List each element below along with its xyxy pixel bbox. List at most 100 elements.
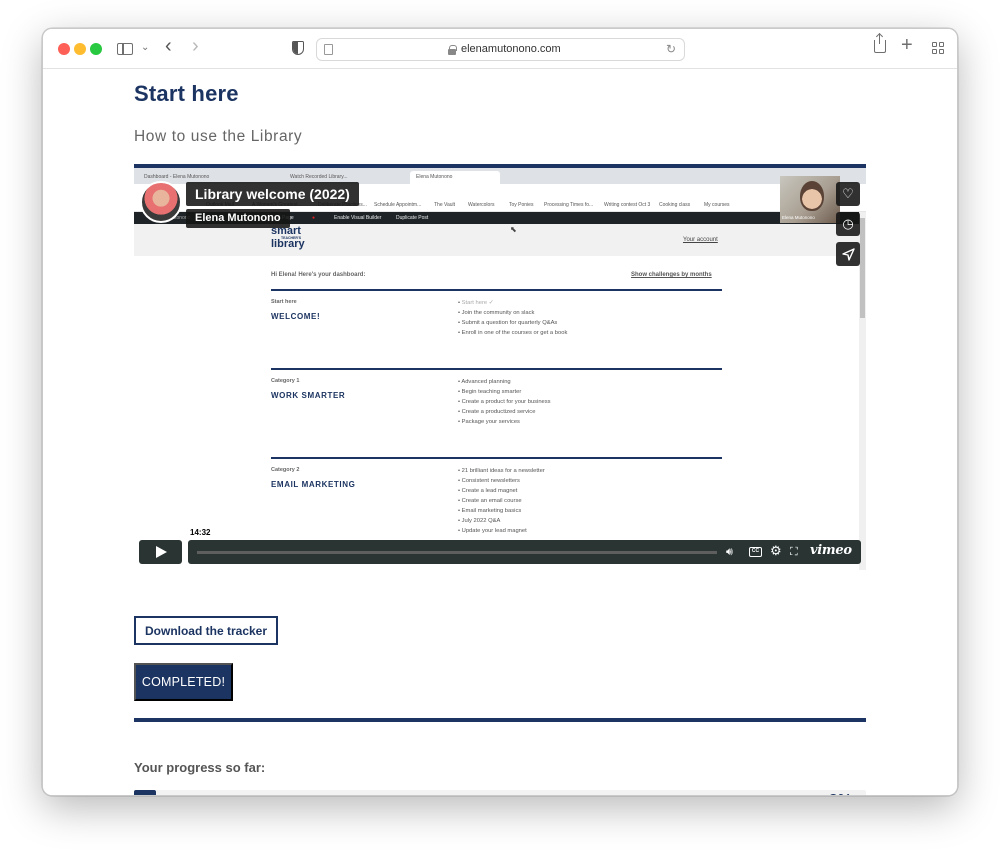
- section-title: WORK SMARTER: [271, 391, 346, 400]
- fullscreen-icon[interactable]: ⛶: [790, 545, 798, 559]
- section-list-item: 21 brilliant ideas for a newsletter: [458, 466, 545, 476]
- like-button[interactable]: ♡: [836, 182, 860, 206]
- progress-label: Your progress so far:: [134, 760, 266, 775]
- section-list-item: Package your services: [458, 417, 551, 427]
- section-list-item: Begin teaching smarter: [458, 387, 551, 397]
- section-list-item: Create a product for your business: [458, 397, 551, 407]
- volume-icon[interactable]: 🔊︎: [726, 545, 733, 559]
- section-title: EMAIL MARKETING: [271, 480, 356, 489]
- video-screen-bookmark: Cooking class: [659, 202, 691, 208]
- section-list: Advanced planningBegin teaching smarterC…: [458, 377, 551, 427]
- settings-gear-icon[interactable]: ⚙: [770, 544, 782, 558]
- logo-line: smart: [271, 225, 301, 237]
- tab-overview-icon[interactable]: [932, 42, 944, 54]
- video-screen-tab: Elena Mutonono: [410, 171, 500, 184]
- video-screen-bookmark: Schedule Appointm...: [374, 202, 422, 208]
- logo-line: library: [271, 238, 305, 250]
- privacy-shield-icon[interactable]: [292, 41, 304, 55]
- section-list-item: Join the community on slack: [458, 308, 567, 318]
- section-list: Start here ✓Join the community on slackS…: [458, 298, 568, 338]
- section-list-item: Create a productized service: [458, 407, 551, 417]
- video-screen-bookmark: My courses: [704, 202, 730, 208]
- section-list-item: Update your lead magnet: [458, 526, 545, 536]
- section-list-item: Submit a question for quarterly Q&As: [458, 318, 567, 328]
- video-screen-site-header: smart TEACHER'S library Your account: [134, 224, 866, 256]
- section-label: Start here: [271, 299, 297, 305]
- video-screen-show-link: Show challenges by months: [631, 272, 712, 278]
- vimeo-logo[interactable]: vimeo: [810, 543, 852, 558]
- close-window-button[interactable]: [58, 43, 70, 55]
- back-button[interactable]: ‹: [165, 36, 172, 56]
- progress-bar-fill: [134, 790, 156, 795]
- video-screen-bookmark: Toy Ponies: [509, 202, 534, 208]
- share-icon[interactable]: [874, 34, 886, 53]
- reload-icon[interactable]: ↻: [666, 42, 676, 56]
- section-list: 21 brilliant ideas for a newsletterConsi…: [458, 466, 545, 536]
- author-avatar[interactable]: [140, 181, 182, 223]
- page-title: Start here: [134, 81, 239, 106]
- video-seek-bar[interactable]: [197, 551, 717, 554]
- section-list-item: Email marketing basics: [458, 506, 545, 516]
- send-icon: [841, 247, 855, 261]
- webcam-face: [800, 181, 824, 211]
- video-player[interactable]: Dashboard - Elena Mutonono Watch Recorde…: [134, 168, 866, 570]
- video-screen-admin-item: Duplicate Post: [396, 215, 429, 221]
- chevron-down-icon[interactable]: ⌄: [141, 38, 149, 58]
- control-bar: 🔊︎ CC ⚙ ⛶ vimeo: [188, 540, 861, 564]
- heart-icon: ♡: [842, 186, 854, 201]
- browser-window: ⌄ ‹ › elenamutonono.com ↻ + Start here H…: [42, 28, 958, 796]
- video-controls: 14:32 🔊︎ CC ⚙ ⛶ vimeo: [139, 527, 861, 564]
- video-screen-scroll-thumb: [860, 218, 865, 318]
- webcam-name: Elena Mutonono: [782, 215, 815, 220]
- page-icon[interactable]: [324, 44, 333, 55]
- mouse-cursor-icon: ⬉: [510, 225, 517, 234]
- download-tracker-button[interactable]: Download the tracker: [134, 616, 278, 645]
- video-screen-bookmark: Processing Times fo...: [544, 202, 594, 208]
- section-list-item: Advanced planning: [458, 377, 551, 387]
- video-screen-account-link: Your account: [683, 237, 718, 243]
- smart-teachers-library-logo: smart TEACHER'S library: [271, 225, 305, 250]
- section-label: Category 1: [271, 378, 300, 384]
- sidebar-toggle-icon[interactable]: [117, 43, 133, 55]
- clock-icon: ◷: [842, 216, 854, 231]
- section-title: WELCOME!: [271, 312, 321, 321]
- section-list-item: Consistent newsletters: [458, 476, 545, 486]
- new-tab-button[interactable]: +: [901, 35, 913, 55]
- progress-bar: 3%: [134, 790, 866, 795]
- duration-tooltip: 14:32: [188, 527, 213, 538]
- captions-button[interactable]: CC: [749, 547, 762, 557]
- section-list-item: July 2022 Q&A: [458, 516, 545, 526]
- progress-divider: [134, 718, 866, 722]
- page-content: Start here How to use the Library Dashbo…: [43, 70, 957, 795]
- minimize-window-button[interactable]: [74, 43, 86, 55]
- video-screen-bookmark: Watercolors: [468, 202, 495, 208]
- section-list-item: Create an email course: [458, 496, 545, 506]
- page-subtitle: How to use the Library: [134, 128, 303, 145]
- video-screen-divider: [271, 289, 722, 291]
- address-bar[interactable]: elenamutonono.com ↻: [316, 38, 685, 61]
- video-screen-bookmark: The Vault: [434, 202, 456, 208]
- section-label: Category 2: [271, 467, 300, 473]
- play-button[interactable]: [139, 540, 182, 564]
- section-list-item: Enroll in one of the courses or get a bo…: [458, 328, 568, 338]
- progress-percent: 3%: [829, 792, 852, 795]
- video-screen-divider: [271, 457, 722, 459]
- url-text[interactable]: elenamutonono.com: [461, 43, 561, 55]
- video-screen-bookmark: Writing contest Oct 3: [604, 202, 651, 208]
- share-button[interactable]: [836, 242, 860, 266]
- section-list-item: Create a lead magnet: [458, 486, 545, 496]
- fullscreen-window-button[interactable]: [90, 43, 102, 55]
- section-list-item: Start here ✓: [458, 298, 567, 308]
- video-screen-scrollbar: [859, 212, 866, 570]
- video-screen-admin-item: Enable Visual Builder: [334, 215, 382, 221]
- watch-later-button[interactable]: ◷: [836, 212, 860, 236]
- video-screen-divider: [271, 368, 722, 370]
- forward-button[interactable]: ›: [192, 36, 199, 56]
- video-title[interactable]: Library welcome (2022): [186, 182, 359, 206]
- video-screen-dashboard: Hi Elena! Here's your dashboard: Show ch…: [134, 256, 866, 570]
- video-screen-record-dot: ●: [312, 215, 316, 221]
- video-screen-greeting: Hi Elena! Here's your dashboard:: [271, 272, 366, 278]
- video-byline[interactable]: Elena Mutonono: [186, 209, 290, 228]
- webcam-overlay: Elena Mutonono: [780, 176, 840, 223]
- completed-button[interactable]: COMPLETED!: [134, 663, 233, 701]
